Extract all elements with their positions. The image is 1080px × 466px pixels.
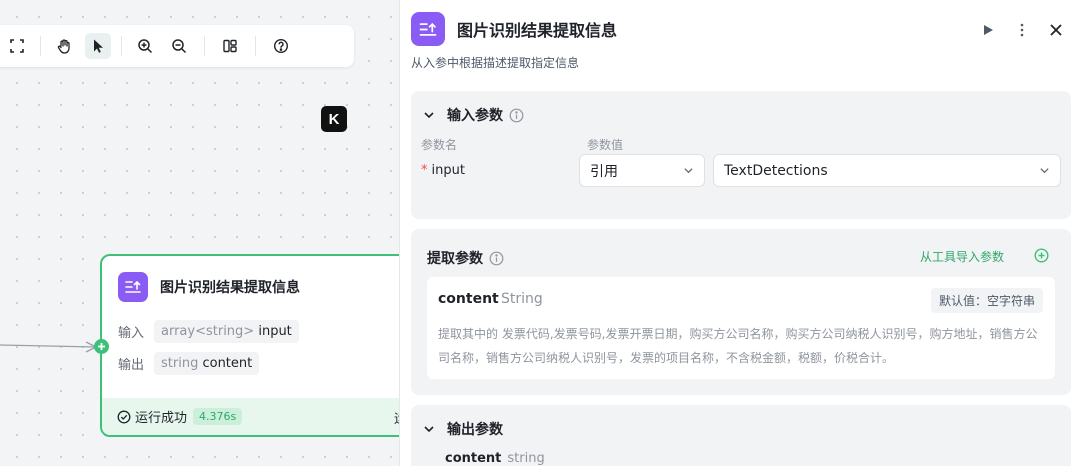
canvas-toolbar [0,25,354,67]
import-from-tool-link[interactable]: 从工具导入参数 [920,248,1004,265]
node-output-chip: string content [154,352,260,375]
toolbar-divider [255,36,256,56]
node-output-label: 输出 [118,358,145,373]
output-field-type: string [507,451,545,466]
default-value-badge: 默认值：空字符串 [930,288,1043,313]
input-params-title: 输入参数 [447,108,503,124]
ref-type-value: 引用 [590,163,618,180]
toolbar-divider [204,36,205,56]
output-params-title: 输出参数 [447,422,503,438]
panel-description: 从入参中根据描述提取指定信息 [411,56,580,70]
extract-params-header: 提取参数 [427,248,504,268]
extract-params-title: 提取参数 [427,251,483,267]
app-logo-icon[interactable]: K [321,106,347,132]
help-icon[interactable] [268,33,294,59]
input-params-section: 输入参数 参数名 参数值 * input 引用 TextDetections [411,91,1071,219]
output-field-name: content [445,451,502,466]
workflow-node[interactable]: 图片识别结果提取信息 输入 array<string> input 输出 str… [100,254,400,437]
node-input-type: array<string> [161,324,255,339]
chevron-down-icon [684,168,693,174]
param-name-text: input [431,163,465,178]
extract-field-name: content [438,291,499,307]
required-marker: * [421,163,428,178]
extract-field-description: 提取其中的 发票代码,发票号码,发票开票日期，购买方公司名称，购买方公司纳税人识… [438,327,1038,365]
param-name-input: * input [421,163,465,178]
extract-field-type: String [501,291,543,307]
chevron-down-icon[interactable] [423,423,435,435]
node-output-name: content [202,356,253,371]
extract-param-card[interactable]: content String 默认值：空字符串 提取其中的 发票代码,发票号码,… [427,277,1055,379]
node-title: 图片识别结果提取信息 [160,280,300,296]
chevron-down-icon [1040,168,1049,174]
toolbar-divider [121,36,122,56]
node-run-status[interactable]: 运行成功 4.376s 运 [102,398,400,435]
duration-badge: 4.376s [193,408,243,425]
layout-icon[interactable] [217,33,243,59]
fullscreen-icon[interactable] [4,33,30,59]
info-icon[interactable] [509,108,524,123]
ref-value-select[interactable]: TextDetections [713,154,1061,187]
output-params-header[interactable]: 输出参数 [423,419,503,439]
zoom-out-icon[interactable] [166,33,192,59]
close-icon[interactable] [1046,20,1066,40]
more-vertical-icon[interactable] [1012,20,1032,40]
hand-icon[interactable] [51,33,77,59]
extract-node-icon [411,12,445,46]
add-param-icon[interactable] [1034,248,1049,263]
panel-title[interactable]: 图片识别结果提取信息 [457,17,617,41]
input-params-header[interactable]: 输入参数 [423,105,524,125]
node-output-type: string [161,356,199,371]
status-text: 运行成功 [135,411,188,426]
info-icon[interactable] [489,251,504,266]
check-circle-icon [117,410,131,423]
run-play-icon[interactable] [978,20,998,40]
ref-type-select[interactable]: 引用 [579,154,705,187]
zoom-in-icon[interactable] [132,33,158,59]
extract-node-icon [118,272,148,302]
param-name-header: 参数名 [421,138,458,152]
pointer-icon[interactable] [85,33,111,59]
toolbar-divider [40,36,41,56]
chevron-down-icon[interactable] [423,109,435,121]
ref-value-text: TextDetections [724,162,828,179]
extract-params-section: 提取参数 从工具导入参数 content String 默认值：空字符串 提取其… [411,229,1071,395]
node-config-panel: 图片识别结果提取信息 从入参中根据描述提取指定信息 输入参数 参数名 参数值 *… [399,0,1080,466]
output-params-section: 输出参数 content string [411,405,1071,466]
node-input-label: 输入 [118,326,145,341]
node-input-name: input [258,324,292,339]
add-node-icon[interactable] [94,339,109,354]
node-input-chip: array<string> input [154,320,299,343]
param-value-header: 参数值 [587,138,624,152]
output-field-row: content string [445,451,545,466]
workflow-canvas[interactable]: K 图片识别结果提取信息 输入 array<string> input 输出 s… [0,0,400,466]
